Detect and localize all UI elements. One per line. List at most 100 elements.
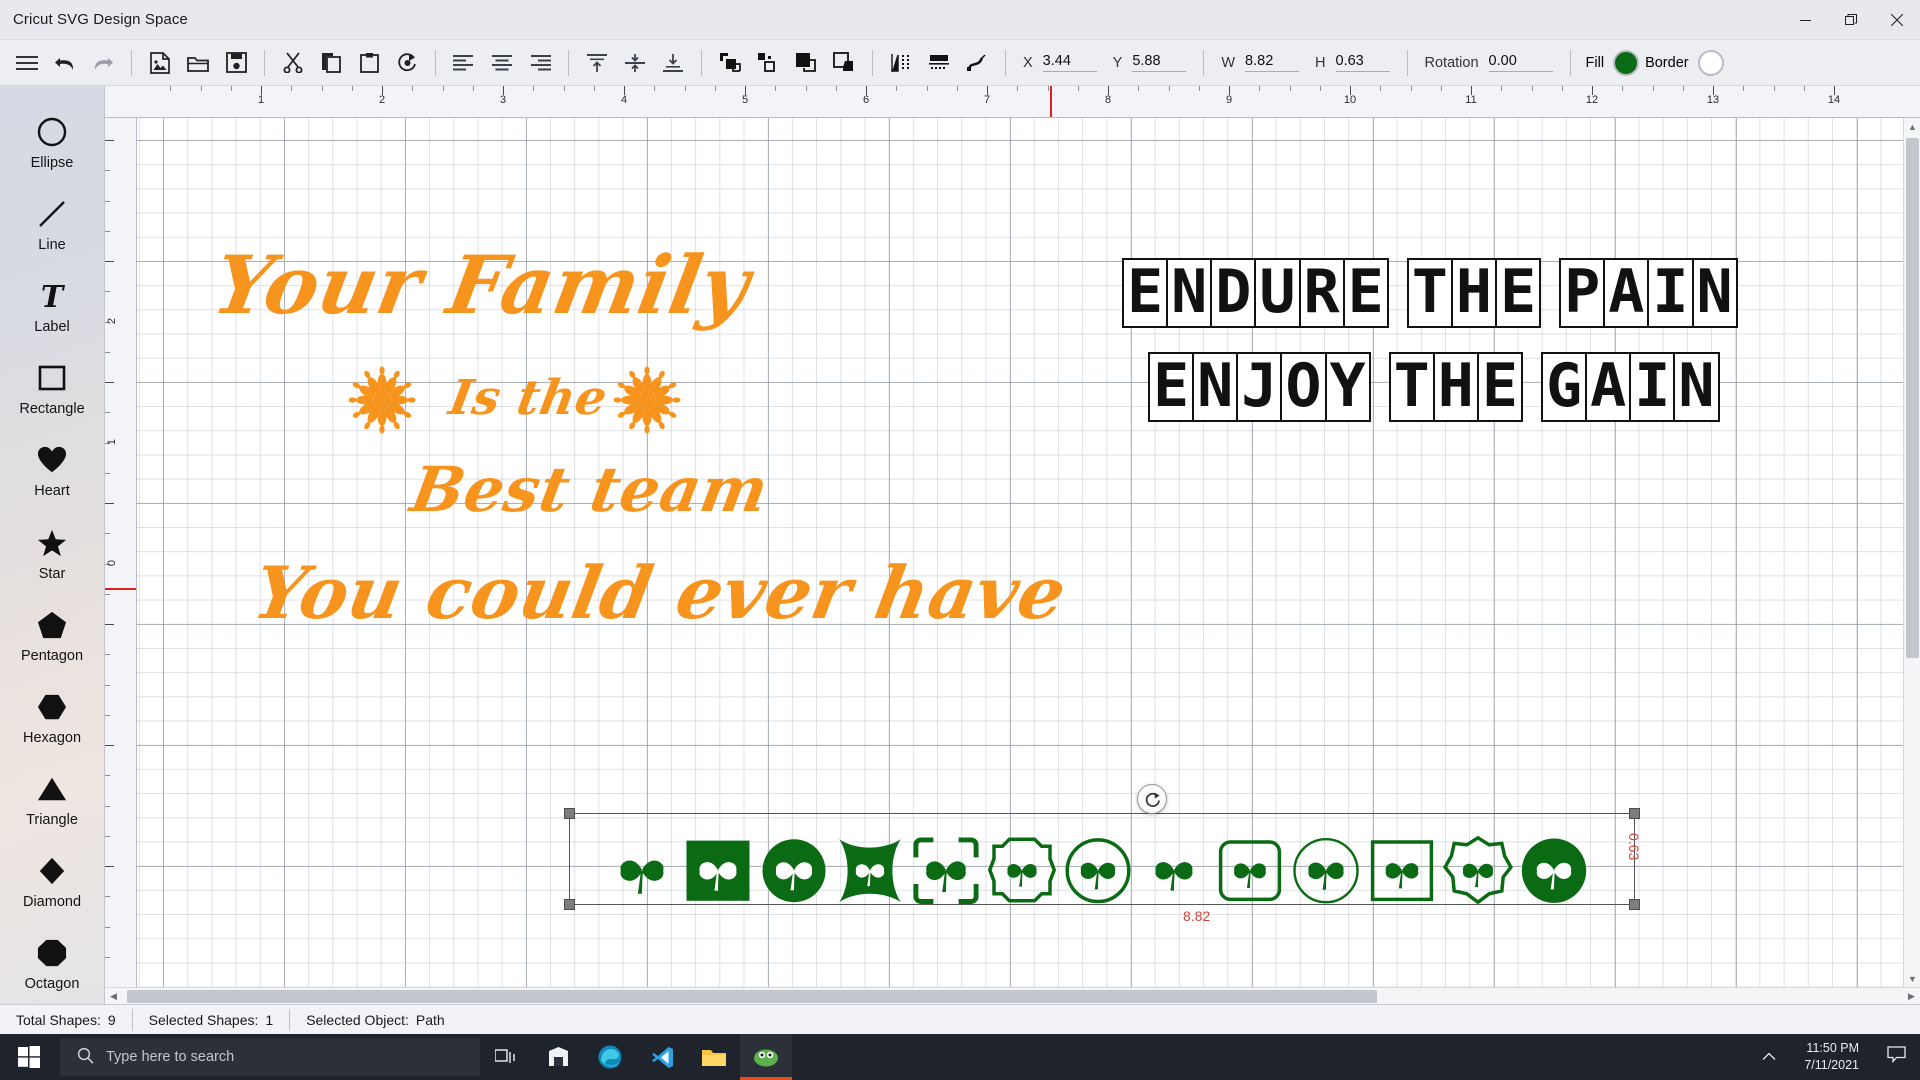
edge-icon[interactable] <box>584 1034 636 1080</box>
block-letter[interactable]: O <box>1280 352 1326 422</box>
align-middle-button[interactable] <box>618 46 652 80</box>
flip-vertical-button[interactable] <box>922 46 956 80</box>
store-icon[interactable] <box>532 1034 584 1080</box>
height-field[interactable]: H 0.63 <box>1315 53 1389 72</box>
block-letter-space[interactable] <box>1387 290 1407 296</box>
block-letter[interactable]: I <box>1647 258 1693 328</box>
edit-nodes-button[interactable] <box>960 46 994 80</box>
paste-button[interactable] <box>352 46 386 80</box>
sidebar-item-heart[interactable]: Heart <box>4 431 100 511</box>
align-left-button[interactable] <box>447 46 481 80</box>
width-field[interactable]: W 8.82 <box>1221 53 1299 72</box>
align-bottom-button[interactable] <box>656 46 690 80</box>
y-position-field[interactable]: Y 5.88 <box>1113 53 1187 72</box>
block-letter[interactable]: I <box>1629 352 1675 422</box>
block-letter[interactable]: R <box>1299 258 1345 328</box>
script-line-1[interactable]: Your Family <box>207 238 757 332</box>
horizontal-ruler[interactable]: 1234567891011121314 <box>105 86 1920 118</box>
sidebar-item-pentagon[interactable]: Pentagon <box>4 595 100 675</box>
redo-button[interactable] <box>86 46 120 80</box>
x-position-field[interactable]: X 3.44 <box>1023 53 1097 72</box>
block-letter[interactable]: N <box>1166 258 1212 328</box>
vscode-icon[interactable] <box>636 1034 688 1080</box>
block-letter[interactable]: D <box>1210 258 1256 328</box>
block-text-art-group[interactable]: ENDURETHEPAIN ENJOYTHEGAIN <box>1122 258 1736 422</box>
block-letter[interactable]: G <box>1541 352 1587 422</box>
horizontal-scrollbar[interactable]: ◀ ▶ <box>105 987 1920 1004</box>
save-file-button[interactable] <box>219 46 253 80</box>
sidebar-item-octagon[interactable]: Octagon <box>4 924 100 1004</box>
scroll-up-arrow[interactable]: ▲ <box>1904 118 1920 135</box>
fill-control[interactable]: Fill <box>1586 50 1640 76</box>
block-letter[interactable]: E <box>1495 258 1541 328</box>
script-line-2[interactable]: Is the <box>445 370 612 426</box>
send-to-back-button[interactable] <box>827 46 861 80</box>
file-explorer-icon[interactable] <box>688 1034 740 1080</box>
block-letter[interactable]: N <box>1673 352 1719 422</box>
align-right-button[interactable] <box>523 46 557 80</box>
clock[interactable]: 11:50 PM 7/11/2021 <box>1790 1040 1873 1074</box>
block-letter[interactable]: E <box>1148 352 1194 422</box>
send-backward-button[interactable] <box>751 46 785 80</box>
menu-button[interactable] <box>10 46 44 80</box>
align-top-button[interactable] <box>580 46 614 80</box>
scroll-down-arrow[interactable]: ▼ <box>1904 970 1920 987</box>
scroll-left-arrow[interactable]: ◀ <box>105 988 122 1005</box>
bring-forward-button[interactable] <box>713 46 747 80</box>
start-button[interactable] <box>0 1034 58 1080</box>
block-line-1[interactable]: ENDURETHEPAIN <box>1122 258 1736 328</box>
rotation-field[interactable]: Rotation 0.00 <box>1425 53 1553 72</box>
block-letter[interactable]: E <box>1122 258 1168 328</box>
vertical-ruler[interactable]: 210 <box>105 118 137 987</box>
sidebar-item-ellipse[interactable]: Ellipse <box>4 102 100 182</box>
new-image-button[interactable] <box>143 46 177 80</box>
sidebar-item-triangle[interactable]: Triangle <box>4 760 100 840</box>
resize-handle-nw[interactable] <box>564 808 575 819</box>
align-center-button[interactable] <box>485 46 519 80</box>
open-file-button[interactable] <box>181 46 215 80</box>
y-value[interactable]: 5.88 <box>1132 53 1186 72</box>
block-letter-space[interactable] <box>1369 384 1389 390</box>
script-line-3[interactable]: Best team <box>406 453 774 526</box>
close-button[interactable] <box>1874 0 1920 40</box>
block-letter[interactable]: N <box>1192 352 1238 422</box>
block-letter[interactable]: Y <box>1325 352 1371 422</box>
vertical-scroll-thumb[interactable] <box>1906 138 1919 658</box>
bring-to-front-button[interactable] <box>789 46 823 80</box>
rotation-value[interactable]: 0.00 <box>1489 53 1553 72</box>
block-letter[interactable]: E <box>1477 352 1523 422</box>
block-line-2[interactable]: ENJOYTHEGAIN <box>1122 352 1736 422</box>
block-letter[interactable]: U <box>1254 258 1300 328</box>
flip-horizontal-button[interactable] <box>884 46 918 80</box>
copy-button[interactable] <box>314 46 348 80</box>
block-letter[interactable]: A <box>1585 352 1631 422</box>
block-letter[interactable]: E <box>1343 258 1389 328</box>
sidebar-item-label[interactable]: T Label <box>4 266 100 346</box>
border-control[interactable]: Border <box>1645 50 1724 76</box>
sidebar-item-star[interactable]: Star <box>4 513 100 593</box>
rotate-handle[interactable] <box>1137 784 1167 814</box>
resize-handle-ne[interactable] <box>1629 808 1640 819</box>
block-letter[interactable]: P <box>1559 258 1605 328</box>
reset-button[interactable] <box>390 46 424 80</box>
sidebar-item-hexagon[interactable]: Hexagon <box>4 677 100 757</box>
block-letter[interactable]: H <box>1451 258 1497 328</box>
block-letter-space[interactable] <box>1539 290 1559 296</box>
cricut-app-icon[interactable] <box>740 1034 792 1080</box>
maximize-button[interactable] <box>1828 0 1874 40</box>
undo-button[interactable] <box>48 46 82 80</box>
block-letter-space[interactable] <box>1521 384 1541 390</box>
horizontal-scroll-thumb[interactable] <box>127 990 1377 1003</box>
block-letter[interactable]: J <box>1236 352 1282 422</box>
script-line-4[interactable]: You could ever have <box>248 550 1073 635</box>
taskbar-search[interactable]: Type here to search <box>60 1038 480 1076</box>
x-value[interactable]: 3.44 <box>1043 53 1097 72</box>
scroll-right-arrow[interactable]: ▶ <box>1903 988 1920 1005</box>
border-swatch[interactable] <box>1698 50 1724 76</box>
show-hidden-icons-button[interactable] <box>1748 1050 1790 1064</box>
block-letter[interactable]: T <box>1389 352 1435 422</box>
resize-handle-sw[interactable] <box>564 899 575 910</box>
width-value[interactable]: 8.82 <box>1245 53 1299 72</box>
height-value[interactable]: 0.63 <box>1336 53 1390 72</box>
block-letter[interactable]: H <box>1433 352 1479 422</box>
